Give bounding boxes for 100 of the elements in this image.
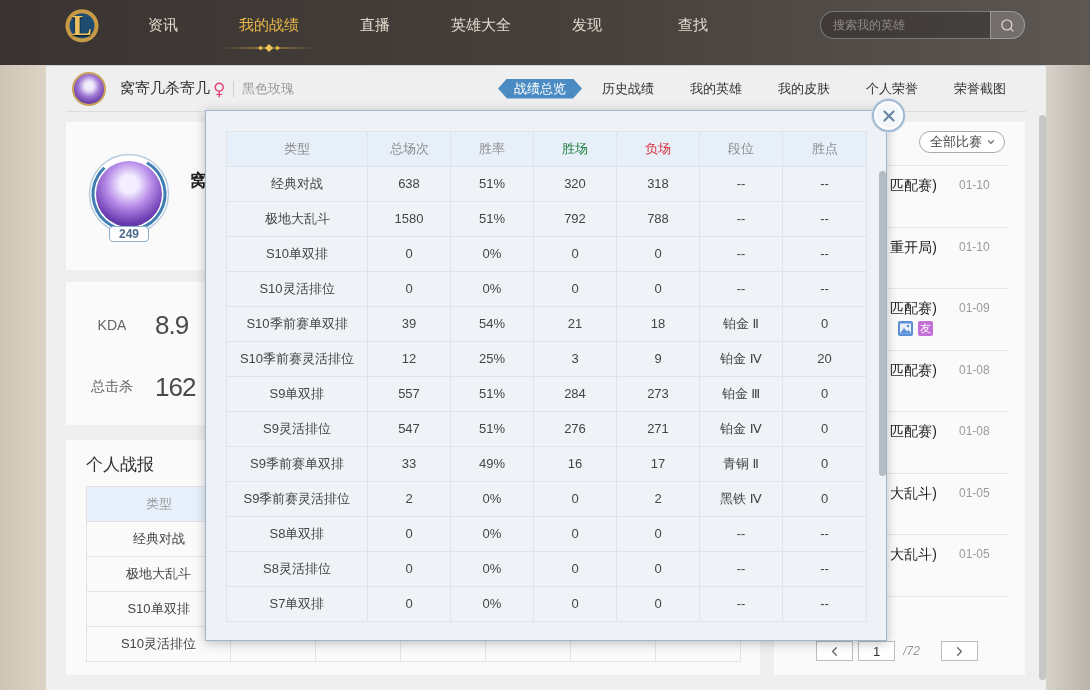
table-cell: 51% bbox=[451, 377, 534, 412]
player-name: 窝寄几杀寄几 bbox=[120, 79, 210, 98]
table-cell: 0 bbox=[783, 412, 867, 447]
table-cell: S9季前赛单双排 bbox=[227, 447, 368, 482]
table-cell: 788 bbox=[617, 202, 700, 237]
table-cell: 51% bbox=[451, 167, 534, 202]
table-cell: -- bbox=[700, 272, 783, 307]
match-mode: 匹配赛) bbox=[890, 299, 937, 317]
profile-tab[interactable]: 荣誉截图 bbox=[938, 78, 1022, 99]
table-cell: 经典对战 bbox=[227, 167, 368, 202]
table-cell: 0 bbox=[368, 272, 451, 307]
table-cell: 0% bbox=[451, 552, 534, 587]
table-cell: 273 bbox=[617, 377, 700, 412]
match-filter-dropdown[interactable]: 全部比赛 bbox=[919, 131, 1005, 153]
profile-tab[interactable]: 战绩总览 bbox=[498, 78, 582, 99]
profile-tab[interactable]: 个人荣誉 bbox=[850, 78, 934, 99]
table-cell: 0 bbox=[534, 272, 617, 307]
match-mode: 匹配赛) bbox=[890, 422, 937, 440]
nav-item[interactable]: 资讯 bbox=[110, 0, 216, 65]
table-cell: 271 bbox=[617, 412, 700, 447]
table-cell: 0 bbox=[534, 552, 617, 587]
table-cell: 2 bbox=[617, 482, 700, 517]
profile-tab[interactable]: 我的英雄 bbox=[674, 78, 758, 99]
nav-item[interactable]: 英雄大全 bbox=[428, 0, 534, 65]
nav-item[interactable]: 直播 bbox=[322, 0, 428, 65]
scrollbar-thumb[interactable] bbox=[879, 171, 886, 476]
close-button[interactable] bbox=[872, 99, 905, 132]
stat-value: 162 bbox=[155, 371, 196, 403]
table-cell: 17 bbox=[617, 447, 700, 482]
table-cell: 铂金 Ⅳ bbox=[700, 412, 783, 447]
table-cell: S10季前赛单双排 bbox=[227, 307, 368, 342]
table-cell: 20 bbox=[783, 342, 867, 377]
table-cell: -- bbox=[783, 552, 867, 587]
player-name: 窝 bbox=[190, 170, 207, 192]
search-button[interactable] bbox=[990, 11, 1025, 39]
table-cell: 0 bbox=[534, 482, 617, 517]
nav-item[interactable]: 发现 bbox=[534, 0, 640, 65]
page-input[interactable]: 1 bbox=[858, 641, 896, 661]
profile-tab[interactable]: 我的皮肤 bbox=[762, 78, 846, 99]
match-mode: 大乱斗) bbox=[890, 483, 937, 502]
table-cell: -- bbox=[783, 237, 867, 272]
table-cell: 9 bbox=[617, 342, 700, 377]
match-date: 01-05 bbox=[959, 484, 990, 502]
table-cell: 320 bbox=[534, 167, 617, 202]
column-header: 胜点 bbox=[783, 132, 867, 167]
table-cell: 0 bbox=[534, 587, 617, 622]
table-cell: 3 bbox=[534, 342, 617, 377]
table-cell: 0% bbox=[451, 517, 534, 552]
match-date: 01-08 bbox=[959, 423, 990, 440]
match-date: 01-08 bbox=[959, 361, 990, 379]
table-cell: 0% bbox=[451, 272, 534, 307]
table-cell: 284 bbox=[534, 377, 617, 412]
table-cell: 33 bbox=[368, 447, 451, 482]
table-cell: 铂金 Ⅳ bbox=[700, 342, 783, 377]
table-cell: 0 bbox=[534, 237, 617, 272]
friend-tag: 友 bbox=[918, 321, 933, 336]
next-page-button[interactable] bbox=[940, 641, 978, 661]
table-cell: 39 bbox=[368, 307, 451, 342]
table-cell: 0 bbox=[368, 517, 451, 552]
table-cell: 54% bbox=[451, 307, 534, 342]
player-title: 黑色玫瑰 bbox=[242, 79, 295, 98]
table-cell: S10灵活排位 bbox=[227, 272, 368, 307]
table-cell: S10单双排 bbox=[227, 237, 368, 272]
table-cell: 25% bbox=[451, 342, 534, 377]
table-cell: 21 bbox=[534, 307, 617, 342]
table-cell: 0 bbox=[617, 552, 700, 587]
match-date: 01-10 bbox=[959, 177, 990, 194]
table-cell: S8单双排 bbox=[227, 517, 368, 552]
column-header: 总场次 bbox=[368, 132, 451, 167]
gender-symbol: ♀ bbox=[213, 79, 226, 98]
nav-item[interactable]: 查找 bbox=[640, 0, 746, 65]
match-mode: 大乱斗) bbox=[890, 545, 937, 563]
previous-page-button[interactable] bbox=[816, 641, 854, 661]
match-mode: 匹配赛) bbox=[890, 176, 937, 194]
caret-icon bbox=[986, 137, 996, 147]
table-cell: 0% bbox=[451, 587, 534, 622]
level-badge: 249 bbox=[109, 226, 149, 242]
table-cell: 0% bbox=[451, 482, 534, 517]
table-cell: 51% bbox=[451, 202, 534, 237]
table-cell: 1580 bbox=[368, 202, 451, 237]
match-date: 01-10 bbox=[959, 238, 990, 256]
table-cell: S9灵活排位 bbox=[227, 412, 368, 447]
scrollbar-thumb[interactable] bbox=[1039, 115, 1046, 680]
table-cell: 557 bbox=[368, 377, 451, 412]
table-cell: -- bbox=[700, 202, 783, 237]
profile-tab[interactable]: 历史战绩 bbox=[586, 78, 670, 99]
avatar bbox=[72, 71, 106, 106]
column-header: 负场 bbox=[617, 132, 700, 167]
table-cell: -- bbox=[700, 167, 783, 202]
stat-label: 总击杀 bbox=[90, 378, 134, 396]
match-date: 01-09 bbox=[959, 300, 990, 317]
table-cell: 51% bbox=[451, 412, 534, 447]
table-cell: 0 bbox=[368, 552, 451, 587]
table-cell: S9单双排 bbox=[227, 377, 368, 412]
nav-item[interactable]: 我的战绩 bbox=[216, 0, 322, 65]
picture-icon bbox=[898, 321, 913, 336]
table-cell: 12 bbox=[368, 342, 451, 377]
table-cell: -- bbox=[700, 517, 783, 552]
table-cell: 318 bbox=[617, 167, 700, 202]
table-cell: 0 bbox=[783, 377, 867, 412]
